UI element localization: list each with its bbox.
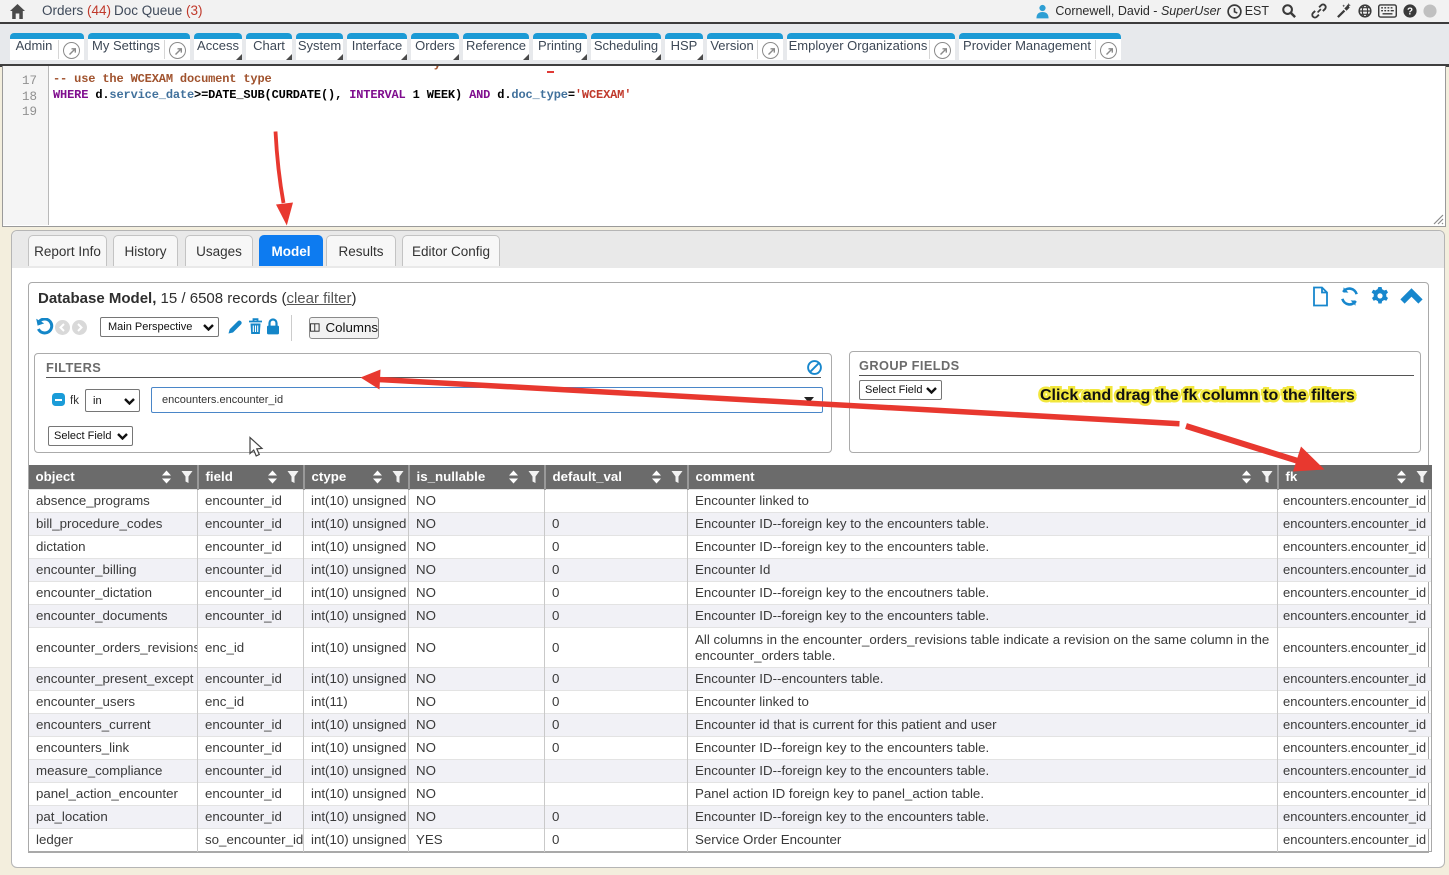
svg-text:?: ?: [1407, 7, 1413, 18]
